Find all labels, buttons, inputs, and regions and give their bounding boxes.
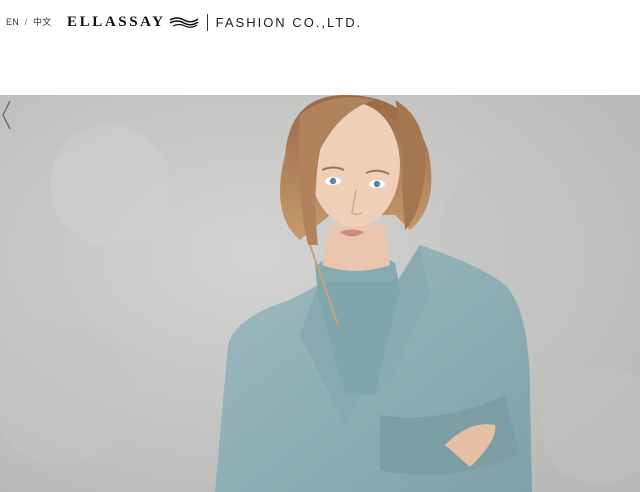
lang-zh-link[interactable]: 中文 <box>33 17 51 27</box>
brand-divider <box>206 13 208 31</box>
brand-subtitle: FASHION CO.,LTD. <box>215 14 363 30</box>
hero-banner[interactable] <box>0 95 640 492</box>
lang-separator: / <box>24 17 28 27</box>
wave-logo-icon <box>169 17 199 28</box>
prev-arrow-icon[interactable] <box>0 95 14 135</box>
site-header: EN / 中文 ELLASSAY FASHION CO.,LTD. <box>0 0 640 95</box>
language-switch: EN / 中文 <box>6 15 51 28</box>
hero-image <box>0 95 640 492</box>
lang-en-link[interactable]: EN <box>6 17 19 27</box>
brand-name: ELLASSAY <box>67 13 166 30</box>
brand-logo[interactable]: ELLASSAY FASHION CO.,LTD. <box>67 10 362 34</box>
